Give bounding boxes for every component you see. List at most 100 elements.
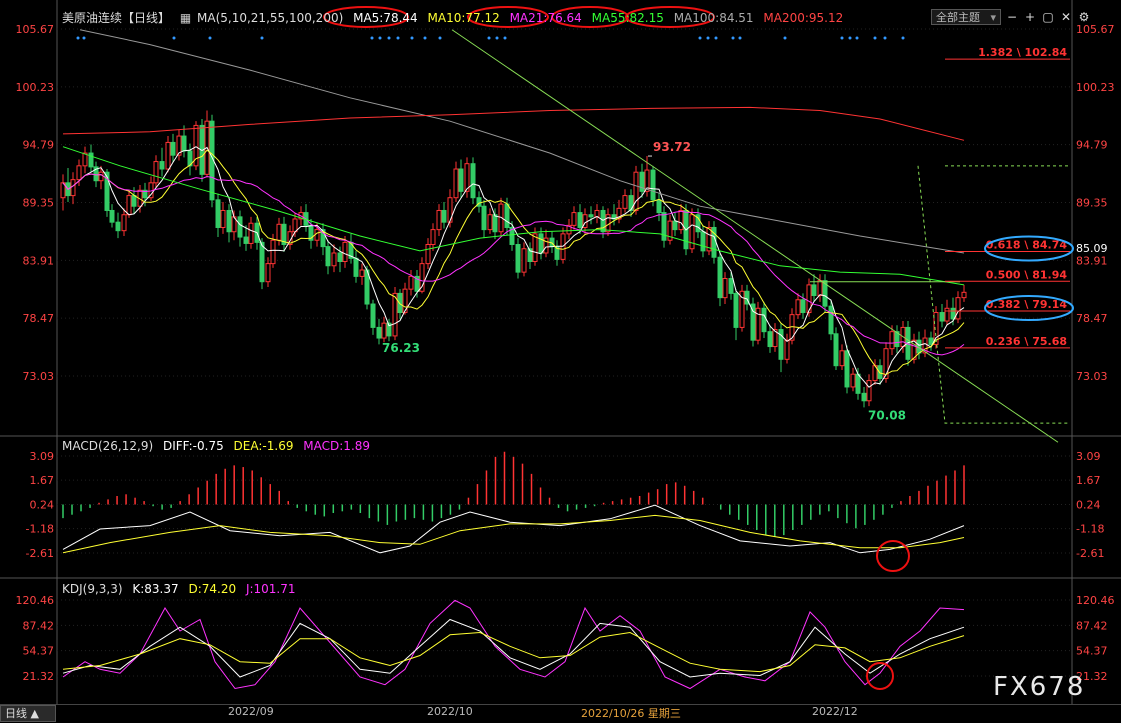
candle-body [722,278,728,299]
candle-body [481,205,487,231]
price-axis-tick: 89.35 [1076,197,1108,210]
candle-body [220,209,226,228]
candle-body [839,350,845,367]
candle-body [237,216,243,238]
candle-body [425,243,431,265]
candle-body [661,212,667,241]
candle-body [844,350,850,388]
candle-body [588,214,594,218]
candle-body [538,233,544,254]
macd-axis-tick: 1.67 [30,474,55,487]
candle-body [458,168,464,192]
candle-body [98,171,104,182]
price-axis-tick: 94.79 [1076,139,1108,152]
ma100-value: MA100:84.51 [673,11,754,25]
signal-dot [855,36,859,40]
kdj-j: J:101.71 [245,582,296,596]
plus-icon[interactable]: + [1022,9,1038,25]
window-icon[interactable]: ▢ [1040,9,1056,25]
macd-axis-tick: 1.67 [1076,474,1101,487]
macd-dea: DEA:-1.69 [233,439,294,453]
macd-label: MACD(26,12,9) [62,439,154,453]
macd-axis-tick: 3.09 [1076,450,1101,463]
candle-body [515,243,521,273]
minus-icon[interactable]: − [1004,9,1020,25]
candle-body [955,297,961,320]
candle-body [761,307,767,333]
period-label: 日线 [5,707,27,720]
macd-axis-tick: -1.18 [1076,523,1104,536]
ma-settings-icon[interactable]: ▦ [180,11,191,25]
signal-dot [495,36,499,40]
ma10-line [62,149,965,376]
ma21-value: MA21:76.64 [509,11,582,25]
signal-dot [503,36,507,40]
settings-icon[interactable]: ⚙ [1076,9,1092,25]
macd-axis-tick: 0.24 [1076,499,1101,512]
candle-body [126,195,132,216]
date-label-highlight: 2022/10/26 星期三 [581,707,681,720]
candle-body [115,221,121,232]
candle-body [430,229,436,245]
signal-dot [487,36,491,40]
fib-dashed-guide [917,165,1070,424]
candle-body [76,165,82,181]
period-selector[interactable]: 日线 ▲ [0,705,56,722]
candle-body [397,292,403,314]
signal-dot [714,36,718,40]
kdj-axis-tick: 87.42 [1076,619,1108,632]
signal-dot [260,36,264,40]
hidden [75,31,260,144]
kdj-header: KDJ(9,3,3) K:83.37 D:74.20 J:101.71 [62,580,302,598]
candle-body [342,241,348,263]
candle-body [650,169,656,201]
candle-body [961,291,967,299]
kdj-axis-tick: 120.46 [1076,594,1115,607]
signal-dot [901,36,905,40]
low-price-label: 70.08 [868,408,906,422]
signal-dot [82,36,86,40]
price-axis-tick: 83.91 [23,254,55,267]
theme-dropdown[interactable]: 全部主题 [931,9,1001,26]
date-axis-bar [0,704,1121,723]
signal-dot [848,36,852,40]
low-price-label: 76.23 [382,341,420,355]
signal-dot [410,36,414,40]
signal-dot [706,36,710,40]
price-axis-tick: 94.79 [23,139,55,152]
date-label: 2022/09 [228,705,274,718]
signal-dot [883,36,887,40]
candle-body [672,220,678,231]
triangle-up-icon: ▲ [30,707,39,720]
macd-diff: DIFF:-0.75 [162,439,224,453]
candle-body [436,209,442,231]
candle-body [159,161,165,170]
candle-body [532,233,538,263]
candle-body [265,263,271,283]
price-axis-tick: 105.67 [16,23,55,36]
kdj-axis-tick: 120.46 [16,594,55,607]
chart-canvas[interactable]: 105.67 105.67100.23 100.2394.79 94.7989.35 8… [0,0,1121,722]
candle-body [248,222,254,244]
candle-body [131,195,137,207]
kdj-j-line [62,599,965,690]
close-icon[interactable]: ✕ [1058,9,1074,25]
fib-level-label: 1.382 \ 102.84 [978,46,1067,59]
kdj-k: K:83.37 [132,582,179,596]
candle-body [656,199,662,214]
signal-dot [840,36,844,40]
candle-body [376,326,382,339]
macd-value: MACD:1.89 [303,439,371,453]
signal-dot [370,36,374,40]
candle-body [270,239,276,265]
candle-body [577,212,583,228]
candle-body [359,269,365,277]
candle-body [622,195,628,209]
price-axis-tick: 78.47 [23,312,55,325]
candle-body [700,231,706,252]
candle-body [392,292,398,337]
candle-body [795,299,801,316]
candle-body [521,248,527,273]
kdj-axis-tick: 54.37 [1076,645,1108,658]
macd-axis-tick: -1.18 [26,523,54,536]
